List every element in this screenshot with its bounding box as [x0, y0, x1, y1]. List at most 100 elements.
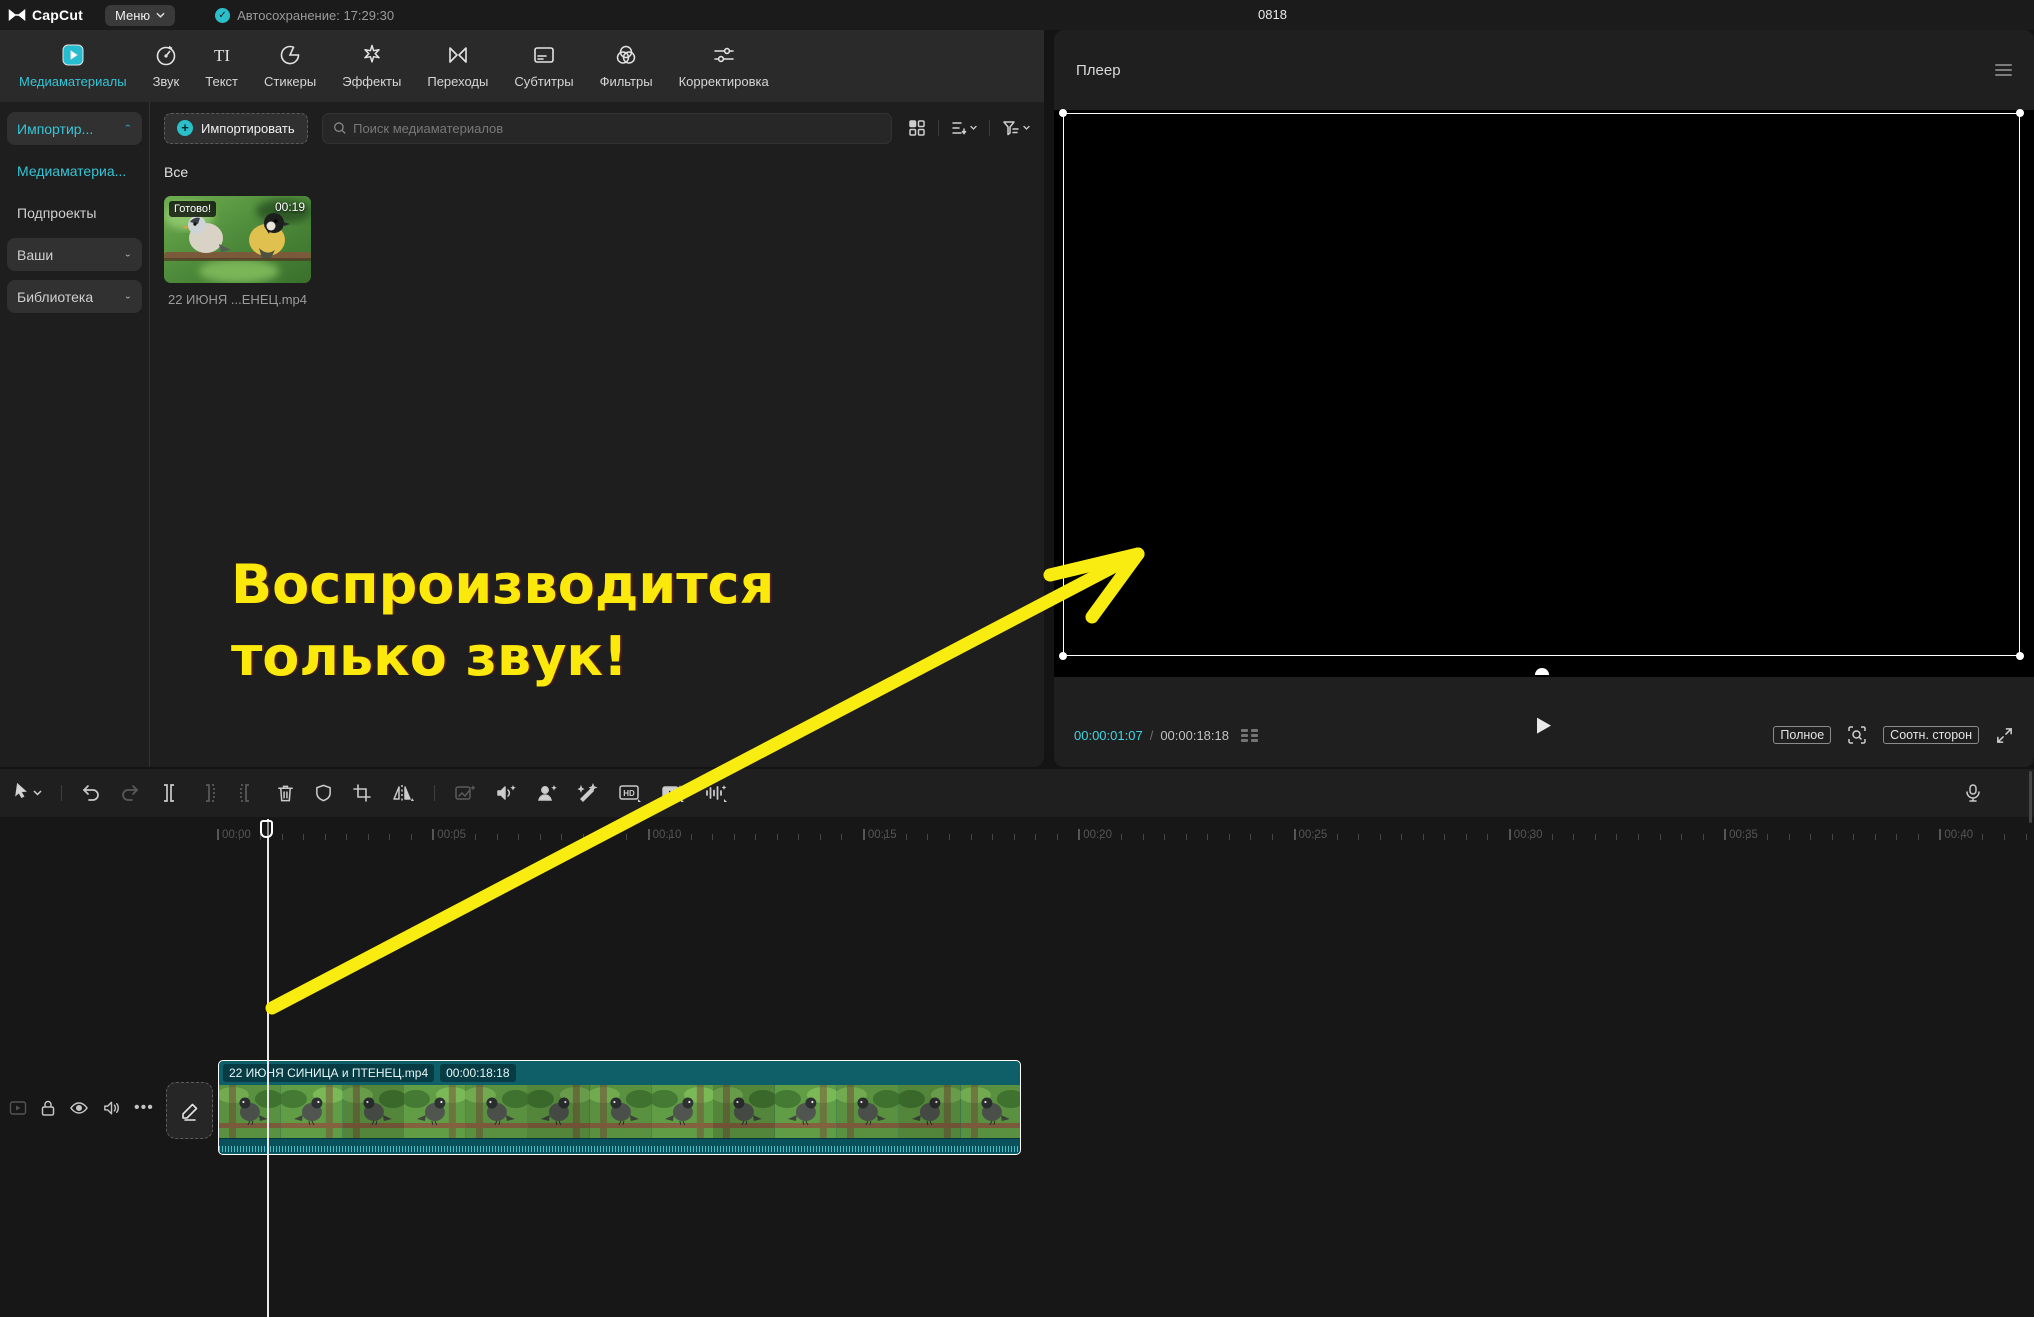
ruler-label: 00:25	[1299, 829, 1328, 841]
sidebar-item-import[interactable]: Импортир... ⌃	[7, 112, 142, 145]
magic-tools-button[interactable]	[577, 783, 599, 803]
select-tool-dropdown[interactable]	[12, 783, 42, 803]
tab-filters[interactable]: Фильтры	[587, 40, 666, 91]
sidebar-item-label: Библиотека	[17, 289, 93, 305]
capcut-logo-icon	[8, 8, 26, 22]
adjust-tab-icon	[711, 42, 737, 68]
media-search[interactable]	[322, 113, 892, 144]
resize-handle-bottom-left[interactable]	[1059, 652, 1067, 660]
playhead-line[interactable]	[267, 819, 269, 1317]
tab-transitions[interactable]: Переходы	[414, 40, 501, 91]
undo-button[interactable]	[81, 783, 101, 803]
clip-filmstrip	[219, 1085, 1020, 1138]
edit-clip-button[interactable]	[166, 1082, 213, 1139]
tab-text[interactable]: TI Текст	[192, 40, 251, 91]
ruler-tick	[1272, 834, 1273, 840]
quality-button[interactable]: Полное	[1773, 726, 1831, 744]
rotate-handle[interactable]	[1535, 668, 1549, 675]
filmstrip-frame	[713, 1085, 775, 1138]
video-viewport[interactable]	[1054, 110, 2034, 677]
sidebar-item-yours[interactable]: Ваши ⌄	[7, 238, 142, 271]
sidebar-item-label: Импортир...	[17, 121, 93, 137]
crop-button[interactable]	[352, 783, 372, 803]
ruler-tick	[1724, 829, 1726, 840]
trim-right-button[interactable]	[237, 783, 257, 803]
tab-adjust[interactable]: Корректировка	[666, 40, 782, 91]
timeline-scrollbar[interactable]	[2029, 771, 2032, 823]
portrait-enhance-button[interactable]	[536, 783, 558, 803]
ruler-tick	[1014, 834, 1015, 840]
ruler-tick	[798, 834, 799, 840]
media-content: Импортир... ⌃ Медиаматериа... Подпроекты…	[0, 102, 1044, 767]
category-all-label[interactable]: Все	[164, 164, 1030, 180]
hd-enhance-button[interactable]: HD	[618, 783, 642, 803]
track-more-icon[interactable]: •••	[134, 1099, 154, 1117]
lock-track-icon[interactable]	[40, 1099, 56, 1117]
resize-handle-bottom-right[interactable]	[2016, 652, 2024, 660]
menu-button[interactable]: Меню	[105, 5, 175, 26]
ruler-tick	[540, 834, 541, 840]
tab-audio[interactable]: Звук	[140, 40, 193, 91]
tab-label: Звук	[153, 74, 180, 89]
svg-text:HD: HD	[623, 789, 635, 798]
ruler-tick	[454, 834, 455, 840]
frame-view-icon[interactable]	[1241, 729, 1258, 742]
tab-media[interactable]: Медиаматериалы	[6, 40, 140, 91]
aspect-ratio-button[interactable]: Соотн. сторон	[1883, 726, 1979, 744]
sidebar-item-subprojects[interactable]: Подпроекты	[7, 196, 142, 229]
resize-handle-top-left[interactable]	[1059, 109, 1067, 117]
clip-name: 22 ИЮНЯ СИНИЦА и ПТЕНЕЦ.mp4	[223, 1064, 434, 1082]
video-effects-button[interactable]	[661, 783, 685, 803]
export-frame-button[interactable]	[454, 783, 476, 803]
tab-stickers[interactable]: Стикеры	[251, 40, 329, 91]
import-button[interactable]: + Импортировать	[164, 113, 308, 144]
audio-waveform-button[interactable]	[704, 783, 728, 803]
preview-zoom-icon[interactable]	[1847, 725, 1867, 745]
sidebar-item-media[interactable]: Медиаматериа...	[7, 154, 142, 187]
search-input[interactable]	[353, 121, 881, 136]
timeline-section: HD 00:0000:0500:1000:1500:2000:2500:3000…	[0, 769, 2034, 1317]
filter-dropdown[interactable]	[1002, 120, 1030, 136]
tab-effects[interactable]: Эффекты	[329, 40, 414, 91]
mask-button[interactable]	[314, 783, 333, 803]
tab-captions[interactable]: Субтитры	[501, 40, 586, 91]
player-menu-icon[interactable]	[1995, 64, 2012, 76]
ruler-tick	[992, 834, 993, 840]
ruler-tick	[1832, 834, 1833, 840]
playhead-marker[interactable]	[260, 820, 273, 838]
ruler-tick	[1380, 834, 1381, 840]
clip-selection-frame[interactable]	[1063, 113, 2020, 656]
ruler-tick	[497, 834, 498, 840]
grid-view-icon[interactable]	[908, 119, 926, 137]
audio-tab-icon	[153, 42, 179, 68]
browser-view-controls	[908, 119, 1030, 137]
trim-left-button[interactable]	[198, 783, 218, 803]
timeline-clip[interactable]: 22 ИЮНЯ СИНИЦА и ПТЕНЕЦ.mp4 00:00:18:18	[218, 1060, 1021, 1155]
fullscreen-icon[interactable]	[1995, 726, 2014, 745]
player-controls: 00:00:01:07 / 00:00:18:18 Полное Соотн. …	[1054, 677, 2034, 767]
redo-button[interactable]	[120, 783, 140, 803]
sort-dropdown[interactable]	[951, 120, 977, 136]
ruler-tick	[432, 829, 434, 840]
captions-tab-icon	[531, 42, 557, 68]
autosave-status: ✓ Автосохранение: 17:29:30	[215, 8, 394, 23]
play-button[interactable]	[1536, 717, 1552, 735]
media-item-thumbnail[interactable]: Готово! 00:19	[164, 196, 311, 283]
record-voiceover-button[interactable]	[1964, 783, 1982, 803]
delete-button[interactable]	[276, 783, 295, 803]
clip-duration: 00:00:18:18	[440, 1064, 515, 1082]
filters-tab-icon	[613, 42, 639, 68]
hide-track-icon[interactable]	[69, 1100, 89, 1116]
split-button[interactable]	[159, 783, 179, 803]
sidebar-item-library[interactable]: Библиотека ⌄	[7, 280, 142, 313]
resize-handle-top-right[interactable]	[2016, 109, 2024, 117]
media-browser: + Импортировать Все	[150, 102, 1044, 767]
audio-enhance-button[interactable]	[495, 783, 517, 803]
timeline-ruler[interactable]: 00:0000:0500:1000:1500:2000:2500:3000:35…	[160, 817, 2034, 849]
mute-track-icon[interactable]	[102, 1100, 121, 1116]
ruler-tick	[389, 834, 390, 840]
time-separator: /	[1150, 728, 1154, 743]
filmstrip-frame	[961, 1085, 1021, 1138]
menu-button-label: Меню	[115, 8, 150, 23]
mirror-button[interactable]	[391, 783, 415, 803]
